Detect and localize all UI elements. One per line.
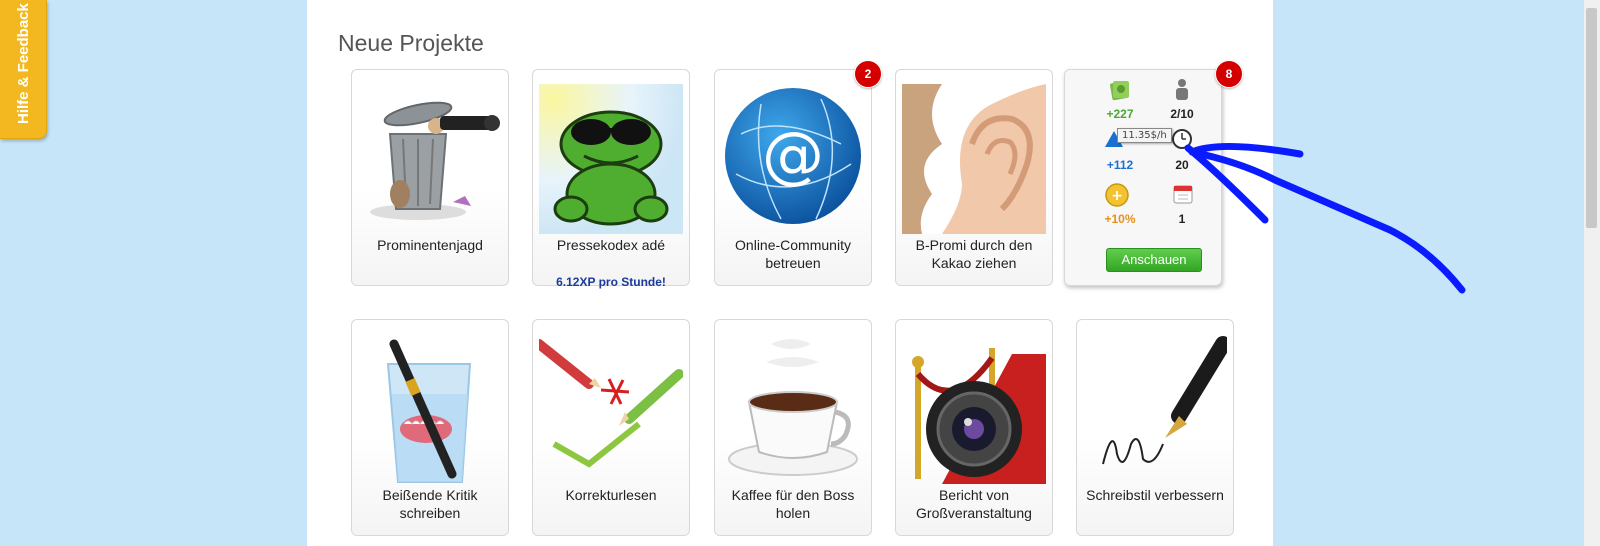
frog-sunglasses-icon: [539, 84, 683, 234]
project-card-korrektur[interactable]: Korrekturlesen: [532, 319, 690, 536]
globe-at-icon: @: [725, 88, 861, 224]
trashcan-paparazzi-icon: [370, 101, 500, 220]
people-value: 2/10: [1170, 107, 1194, 121]
project-name: Prominentenjagd: [377, 237, 483, 253]
notification-badge: 2: [854, 60, 882, 88]
people-icon: [1176, 79, 1188, 100]
coffee-cup-icon: [728, 339, 858, 476]
project-card-b-promi[interactable]: B-Promi durch den Kakao ziehen: [895, 69, 1053, 286]
project-name: Korrekturlesen: [565, 487, 657, 503]
project-card-schreibstil[interactable]: Schreibstil verbessern: [1076, 319, 1234, 536]
svg-text:+: +: [1111, 188, 1123, 204]
camera-red-carpet-icon: [912, 348, 1046, 484]
project-card-pressekodex[interactable]: Pressekodex adé 6.12XP pro Stunde!: [532, 69, 690, 289]
project-card-prominentenjagd[interactable]: Prominentenjagd: [351, 69, 509, 286]
xp-value: +112: [1106, 158, 1134, 172]
project-name: Schreibstil verbessern: [1086, 487, 1224, 503]
project-name: Online-Community betreuen: [735, 237, 851, 271]
teeth-glass-pen-icon: [386, 339, 472, 483]
project-card-online-community[interactable]: @ Online-Community betreuen: [714, 69, 872, 286]
project-card-kritik[interactable]: Beißende Kritik schreiben: [351, 319, 509, 536]
money-icon: [1110, 81, 1129, 101]
fountain-pen-icon: [1102, 336, 1227, 465]
bonus-value: +10%: [1104, 212, 1136, 226]
project-name: Beißende Kritik schreiben: [382, 487, 478, 521]
hand-drawn-arrow: [1184, 142, 1466, 294]
svg-text:@: @: [762, 118, 824, 191]
project-card-kaffee[interactable]: Kaffee für den Boss holen: [714, 319, 872, 536]
help-feedback-tab[interactable]: Hilfe & Feedback: [0, 0, 47, 139]
pencils-check-icon: [539, 339, 683, 468]
project-card-grossveranstaltung[interactable]: Bericht von Großveranstaltung: [895, 319, 1053, 536]
xp-rate: 6.12XP pro Stunde!: [556, 275, 666, 289]
ear-nose-icon: [902, 84, 1046, 234]
project-name: Kaffee für den Boss holen: [731, 487, 855, 521]
notification-badge-detail: 8: [1215, 60, 1243, 88]
scrollbar-thumb[interactable]: [1586, 8, 1597, 228]
help-feedback-label: Hilfe & Feedback: [15, 3, 32, 124]
project-name: B-Promi durch den Kakao ziehen: [915, 237, 1033, 271]
money-value: +227: [1106, 107, 1134, 121]
project-name: Pressekodex adé: [556, 237, 666, 253]
gold-coin-icon: +: [1105, 183, 1129, 207]
project-name: Bericht von Großveranstaltung: [916, 487, 1032, 521]
section-title: Neue Projekte: [338, 30, 484, 56]
vertical-scrollbar[interactable]: [1583, 0, 1600, 546]
